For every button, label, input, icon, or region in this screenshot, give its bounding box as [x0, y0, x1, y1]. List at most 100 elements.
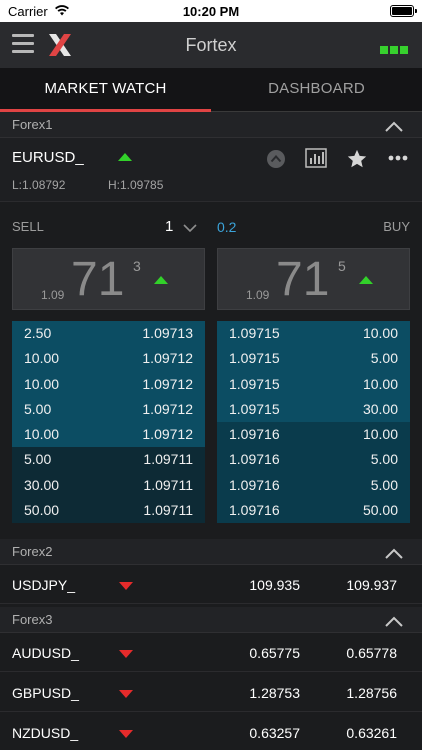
- price-up-icon: [118, 153, 132, 161]
- trade-controls: SELL 1 0.2 BUY: [0, 210, 422, 242]
- more-icon[interactable]: [388, 155, 408, 161]
- bid-price: 1.28753: [249, 685, 300, 701]
- connection-status-icon: [378, 41, 408, 59]
- depth-price: 1.09716: [229, 451, 280, 468]
- depth-row[interactable]: 50.00 1.09711: [12, 498, 205, 524]
- depth-row[interactable]: 10.00 1.09712: [12, 346, 205, 372]
- price-fraction: 3: [133, 258, 141, 274]
- price-pips: 71: [276, 253, 330, 306]
- instrument-row[interactable]: NZDUSD_ 0.63257 0.63261: [0, 714, 422, 750]
- depth-size: 10.00: [24, 350, 60, 367]
- price-down-icon: [119, 730, 133, 738]
- group-header-forex3[interactable]: Forex3: [0, 607, 422, 633]
- depth-size: 10.00: [24, 426, 60, 443]
- depth-size: 5.00: [370, 476, 398, 493]
- group-label: Forex3: [12, 612, 53, 627]
- depth-price: 1.09716: [229, 426, 280, 443]
- app-header: Fortex: [0, 22, 422, 68]
- bid-price: 109.935: [249, 577, 300, 593]
- tab-dashboard[interactable]: DASHBOARD: [211, 68, 422, 112]
- depth-row[interactable]: 30.00 1.09711: [12, 472, 205, 499]
- depth-row[interactable]: 2.50 1.09713: [12, 321, 205, 347]
- depth-price: 1.09712: [142, 350, 193, 367]
- depth-row[interactable]: 1.09716 10.00: [217, 422, 410, 448]
- tab-bar: MARKET WATCH DASHBOARD: [0, 68, 422, 112]
- instrument-row[interactable]: USDJPY_ 109.935 109.937: [0, 566, 422, 604]
- page-title: Fortex: [185, 35, 237, 55]
- depth-row[interactable]: 10.00 1.09712: [12, 422, 205, 448]
- ask-price: 1.28756: [346, 685, 397, 701]
- depth-price: 1.09715: [229, 375, 280, 392]
- depth-row[interactable]: 5.00 1.09712: [12, 396, 205, 423]
- star-icon[interactable]: [346, 148, 368, 170]
- depth-row[interactable]: 1.09716 50.00: [217, 498, 410, 524]
- price-fraction: 5: [338, 258, 346, 274]
- chart-icon[interactable]: [305, 148, 327, 168]
- depth-size: 5.00: [370, 451, 398, 468]
- price-down-icon: [119, 650, 133, 658]
- depth-size: 10.00: [24, 375, 60, 392]
- group-label: Forex1: [12, 117, 53, 132]
- bid-depth-table: 2.50 1.09713 10.00 1.09712 10.00 1.09712 5.…: [12, 321, 205, 524]
- depth-row[interactable]: 1.09715 10.00: [217, 371, 410, 397]
- price-pips: 71: [71, 253, 125, 306]
- depth-size: 30.00: [362, 400, 398, 417]
- group-label: Forex2: [12, 544, 53, 559]
- depth-price: 1.09711: [143, 502, 193, 519]
- price-prefix: 1.09: [41, 288, 65, 302]
- group-header-forex2[interactable]: Forex2: [0, 539, 422, 565]
- clock: 10:20 PM: [182, 4, 240, 19]
- price-prefix: 1.09: [246, 288, 270, 302]
- depth-row[interactable]: 5.00 1.09711: [12, 447, 205, 473]
- ask-price: 0.63261: [346, 725, 397, 741]
- depth-size: 10.00: [362, 325, 398, 341]
- instrument-row[interactable]: GBPUSD_ 1.28753 1.28756: [0, 674, 422, 712]
- depth-row[interactable]: 1.09715 5.00: [217, 346, 410, 372]
- depth-size: 50.00: [24, 502, 60, 519]
- depth-size: 5.00: [24, 451, 52, 468]
- chevron-up-icon[interactable]: [384, 615, 404, 627]
- depth-row[interactable]: 10.00 1.09712: [12, 371, 205, 397]
- depth-price: 1.09715: [229, 325, 280, 341]
- daily-low: L:1.08792: [12, 178, 66, 192]
- collapse-icon[interactable]: [265, 148, 287, 170]
- tab-market-watch[interactable]: MARKET WATCH: [0, 68, 211, 112]
- spread-value: 0.2: [217, 219, 237, 235]
- battery-icon: [390, 5, 417, 17]
- sell-button[interactable]: 1.09 71 3: [12, 248, 205, 310]
- price-up-icon: [359, 276, 373, 284]
- bid-price: 0.63257: [249, 725, 300, 741]
- ask-price: 0.65778: [346, 645, 397, 661]
- quantity-value[interactable]: 1: [165, 218, 173, 235]
- status-bar: Carrier 10:20 PM: [0, 0, 422, 22]
- instrument-row-expanded[interactable]: EURUSD_ L:1.08792 H:1.09785: [0, 138, 422, 202]
- depth-price: 1.09716: [229, 502, 280, 519]
- depth-price: 1.09711: [143, 476, 193, 493]
- instrument-symbol: AUDUSD_: [12, 645, 79, 661]
- depth-row[interactable]: 1.09716 5.00: [217, 472, 410, 499]
- chevron-up-icon[interactable]: [384, 547, 404, 559]
- depth-row[interactable]: 1.09715 30.00: [217, 396, 410, 423]
- depth-size: 2.50: [24, 325, 52, 341]
- bid-price: 0.65775: [249, 645, 300, 661]
- depth-row[interactable]: 1.09716 5.00: [217, 447, 410, 473]
- depth-size: 5.00: [24, 400, 52, 417]
- instrument-symbol: USDJPY_: [12, 577, 76, 593]
- buy-button[interactable]: 1.09 71 5: [217, 248, 410, 310]
- depth-row[interactable]: 1.09715 10.00: [217, 321, 410, 347]
- chevron-down-icon[interactable]: [183, 224, 197, 232]
- instrument-symbol: EURUSD_: [12, 149, 84, 166]
- price-down-icon: [119, 690, 133, 698]
- depth-size: 50.00: [362, 502, 398, 519]
- chevron-up-icon[interactable]: [384, 120, 404, 132]
- depth-price: 1.09715: [229, 350, 280, 367]
- depth-price: 1.09715: [229, 400, 280, 417]
- group-header-forex1[interactable]: Forex1: [0, 112, 422, 138]
- buy-label: BUY: [383, 219, 410, 234]
- depth-size: 10.00: [362, 375, 398, 392]
- depth-size: 30.00: [24, 476, 60, 493]
- price-down-icon: [119, 582, 133, 590]
- daily-high: H:1.09785: [108, 178, 164, 192]
- instrument-row[interactable]: AUDUSD_ 0.65775 0.65778: [0, 634, 422, 672]
- sell-label: SELL: [12, 219, 44, 234]
